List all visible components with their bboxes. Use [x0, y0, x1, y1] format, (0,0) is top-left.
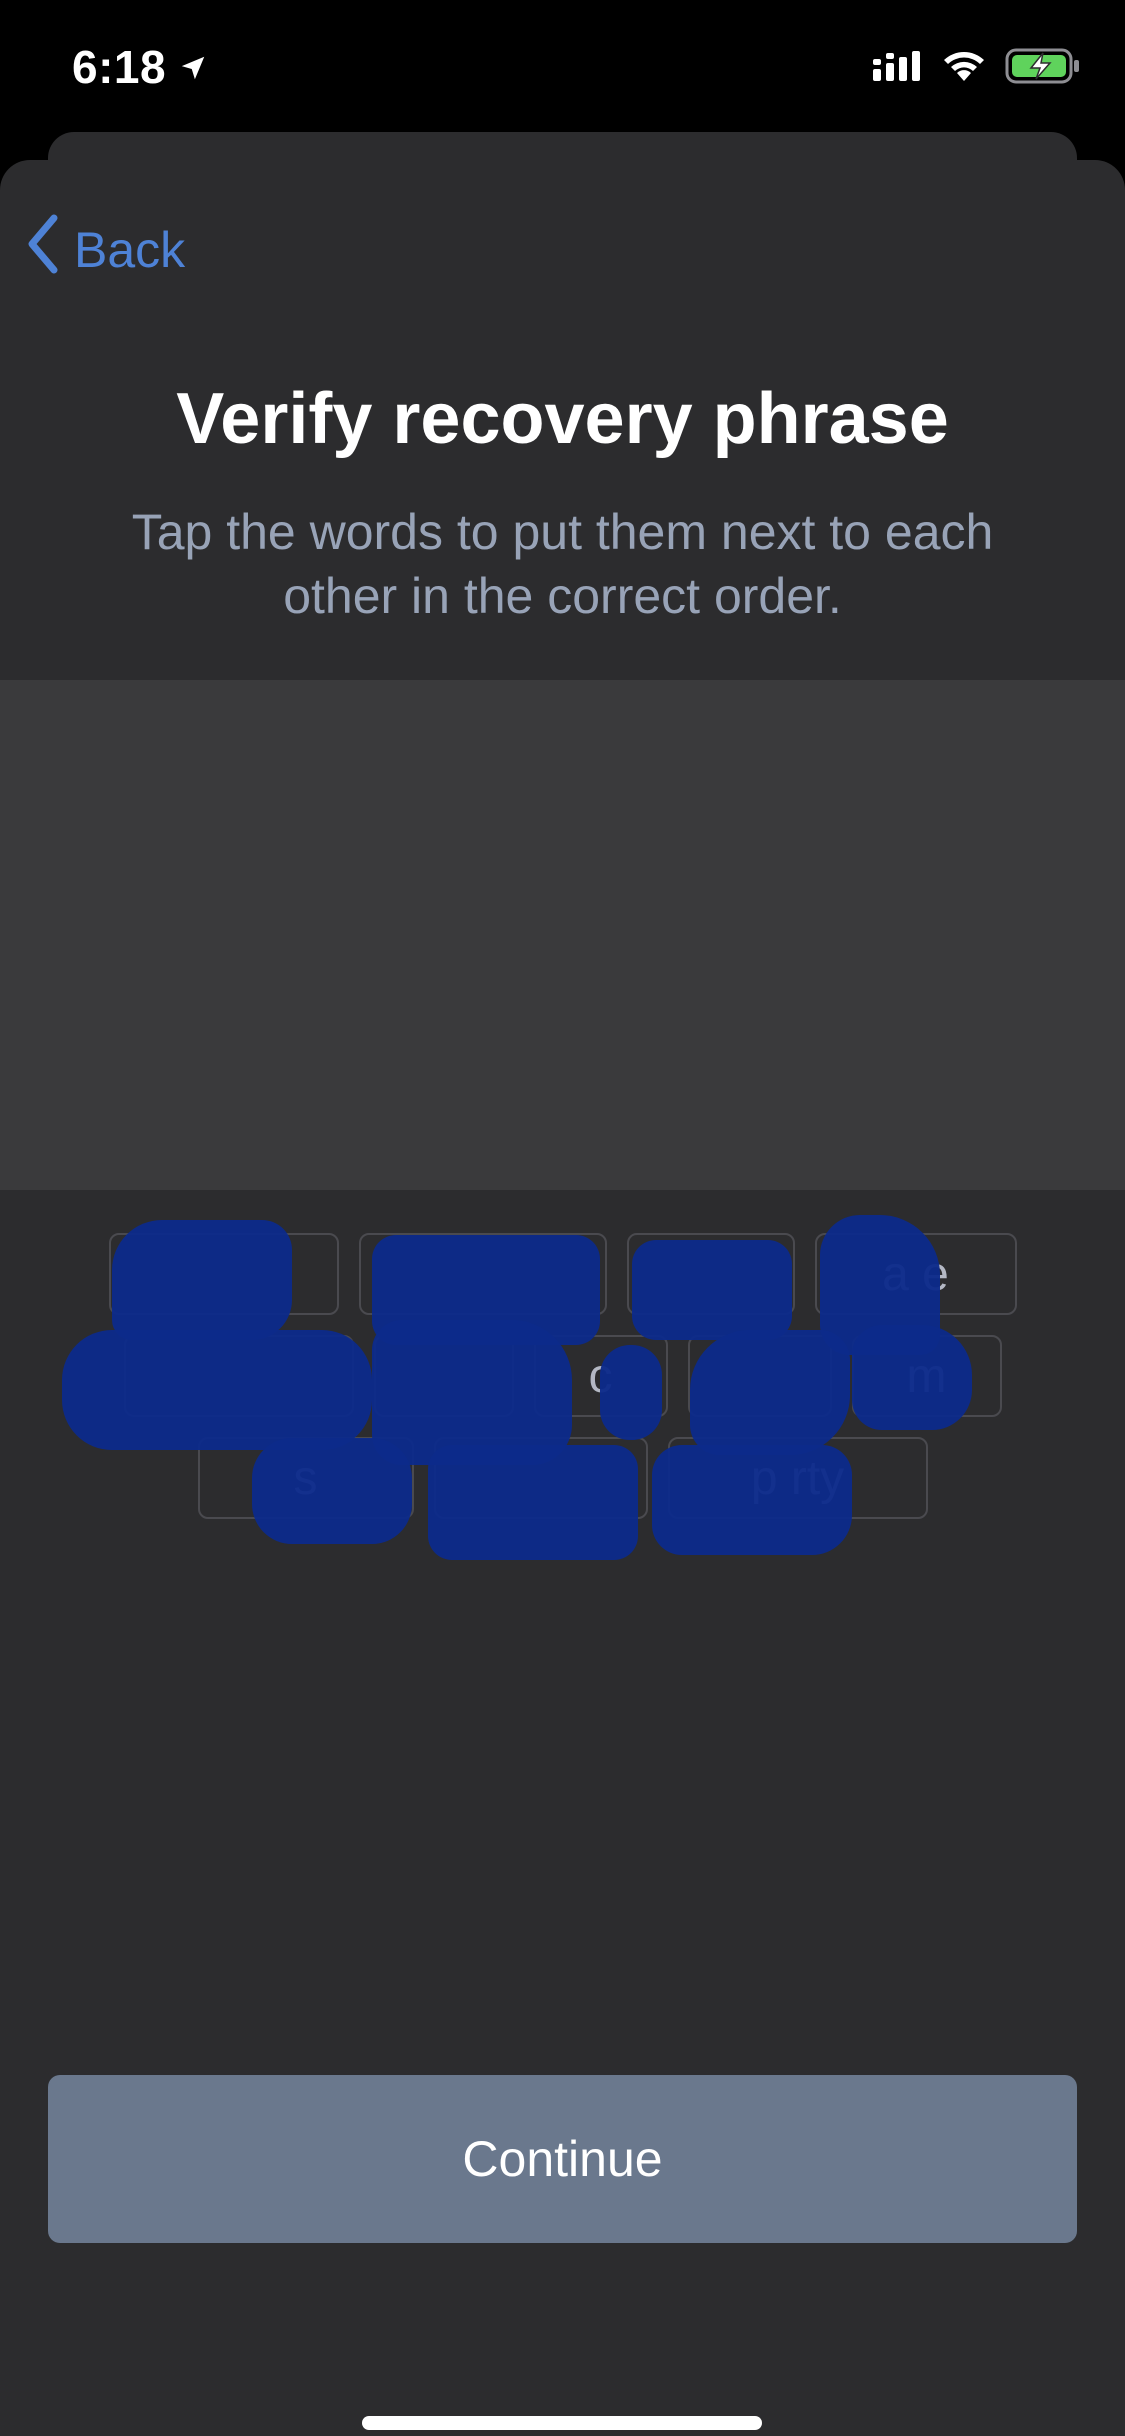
status-time: 6:18 — [72, 40, 208, 94]
page-title: Verify recovery phrase — [176, 379, 949, 459]
redaction-mark — [852, 1325, 972, 1430]
continue-button[interactable]: Continue — [48, 2075, 1077, 2243]
continue-button-label: Continue — [462, 2131, 663, 2187]
redaction-mark — [600, 1345, 662, 1440]
redaction-mark — [428, 1445, 638, 1560]
redaction-mark — [652, 1445, 852, 1555]
redaction-mark — [112, 1220, 292, 1340]
redaction-mark — [632, 1240, 792, 1340]
redaction-mark — [252, 1438, 412, 1544]
back-button-label: Back — [74, 222, 186, 278]
selected-words-area[interactable] — [0, 680, 1125, 1190]
battery-charging-icon — [1005, 48, 1081, 89]
redaction-mark — [372, 1320, 572, 1465]
chevron-left-icon — [24, 212, 64, 288]
page-subtitle: Tap the words to put them next to each o… — [131, 504, 994, 624]
status-bar: 6:18 — [0, 0, 1125, 132]
redaction-mark — [62, 1330, 372, 1450]
status-icons — [871, 48, 1081, 89]
modal-sheet: Back Verify recovery phrase Tap the word… — [0, 160, 1125, 2436]
status-time-text: 6:18 — [72, 41, 167, 93]
wifi-icon — [941, 49, 987, 88]
redaction-mark — [690, 1330, 850, 1455]
home-indicator — [362, 2416, 762, 2430]
back-button[interactable]: Back — [24, 210, 185, 290]
cellular-signal-icon — [871, 49, 923, 88]
location-arrow-icon — [178, 40, 208, 94]
